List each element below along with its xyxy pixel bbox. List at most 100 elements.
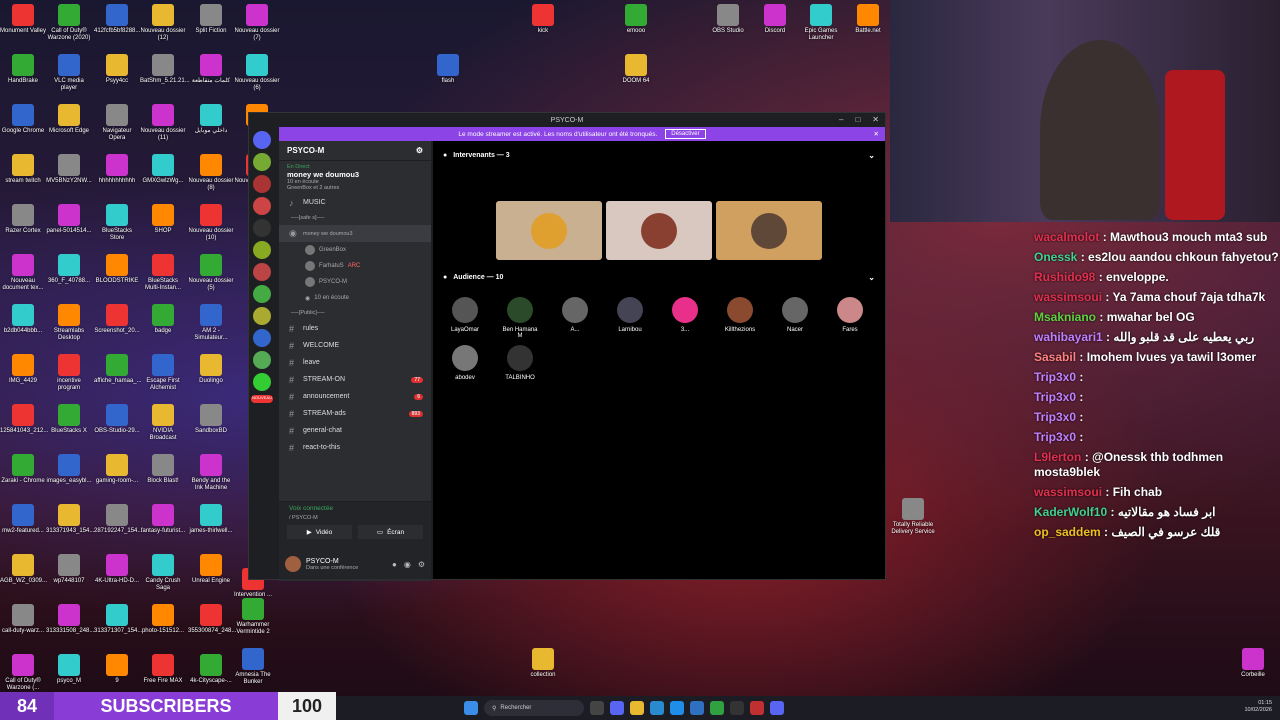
desktop-icon[interactable]: HandBrake bbox=[0, 54, 46, 85]
desktop-icon[interactable]: Block Blast! bbox=[140, 454, 186, 485]
speaker-tile[interactable] bbox=[606, 201, 712, 260]
desktop-icon[interactable]: Discord bbox=[752, 4, 798, 35]
desktop-icon[interactable]: Warhammer Vermintide 2 bbox=[230, 598, 276, 636]
desktop-icon[interactable]: Psyy4cc bbox=[94, 54, 140, 85]
desktop-icon[interactable]: Duolingo bbox=[188, 354, 234, 385]
chrome-icon[interactable] bbox=[710, 701, 724, 715]
desktop-icon[interactable]: Free Fire MAX bbox=[140, 654, 186, 685]
music-channel[interactable]: ♪ MUSIC bbox=[279, 194, 431, 211]
desktop-icon[interactable]: 412fcfb5bf8288... bbox=[94, 4, 140, 35]
desktop-icon[interactable]: kick bbox=[520, 4, 566, 35]
desktop-icon[interactable]: stream twitch bbox=[0, 154, 46, 185]
desktop-icon[interactable]: Monument Valley bbox=[0, 4, 46, 35]
audience-member[interactable]: Fares bbox=[830, 297, 870, 333]
mic-icon[interactable]: ● bbox=[392, 560, 397, 569]
close-icon[interactable]: ✕ bbox=[872, 115, 879, 124]
audience-header[interactable]: ● Audience — 10 ⌄ bbox=[433, 273, 885, 282]
desktop-icon[interactable]: OBS Studio bbox=[705, 4, 751, 35]
desktop-icon[interactable]: 360_F_40788... bbox=[46, 254, 92, 285]
desktop-icon[interactable]: Amnesia The Bunker bbox=[230, 648, 276, 686]
store-icon[interactable] bbox=[650, 701, 664, 715]
server-icon[interactable] bbox=[253, 241, 271, 259]
teams-icon[interactable] bbox=[610, 701, 624, 715]
server-icon[interactable] bbox=[253, 329, 271, 347]
server-header[interactable]: PSYCO-M ⚙ bbox=[279, 141, 431, 161]
desktop-icon[interactable]: 9 bbox=[94, 654, 140, 685]
desktop-icon[interactable]: OBS-Studio-29... bbox=[94, 404, 140, 435]
desktop-icon[interactable]: 4K-Ultra-HD-D... bbox=[94, 554, 140, 585]
maximize-icon[interactable]: □ bbox=[855, 115, 860, 124]
voice-channel[interactable]: ◉ money we doumou3 bbox=[279, 225, 431, 242]
desktop-icon[interactable]: mw2-featured... bbox=[0, 504, 46, 535]
kick-server-icon[interactable] bbox=[253, 373, 271, 391]
chevron-down-icon[interactable]: ⌄ bbox=[868, 151, 875, 160]
desktop-icon[interactable]: NVIDIA Broadcast bbox=[140, 404, 186, 442]
category-safe[interactable]: ──[safe s]── bbox=[279, 211, 431, 225]
desktop-icon[interactable]: Microsoft Edge bbox=[46, 104, 92, 135]
desktop-icon[interactable]: Zaraki - Chrome bbox=[0, 454, 46, 485]
channel-item[interactable]: # STREAM-ads 893 bbox=[279, 405, 431, 422]
desktop-icon[interactable]: GMXGwlzWg... bbox=[140, 154, 186, 185]
desktop-icon[interactable]: BLOODSTRIKE bbox=[94, 254, 140, 285]
server-icon[interactable] bbox=[253, 197, 271, 215]
desktop-icon[interactable]: Nouveau dossier (10) bbox=[188, 204, 234, 242]
desktop-icon[interactable]: images_easybl... bbox=[46, 454, 92, 485]
server-icon[interactable] bbox=[253, 285, 271, 303]
channel-item[interactable]: # STREAM-ON 77 bbox=[279, 371, 431, 388]
app-icon[interactable] bbox=[750, 701, 764, 715]
video-button[interactable]: ▶ Vidéo bbox=[287, 525, 352, 539]
live-event[interactable]: En Direct money we doumou3 10 en écoute … bbox=[279, 161, 431, 194]
desktop-icon[interactable]: affiche_hamaa_... bbox=[94, 354, 142, 385]
desktop-icon[interactable]: Split Fiction bbox=[188, 4, 234, 35]
voice-user[interactable]: GreenBox bbox=[279, 242, 431, 258]
desktop-icon[interactable]: flash bbox=[425, 54, 471, 85]
desktop-icon[interactable]: emooo bbox=[613, 4, 659, 35]
server-icon[interactable] bbox=[253, 263, 271, 281]
desktop-icon[interactable]: Navigateur Opera bbox=[94, 104, 140, 142]
desktop-icon[interactable]: hhhhhhhhhhh bbox=[94, 154, 140, 185]
desktop-icon[interactable]: badge bbox=[140, 304, 186, 335]
search-box[interactable]: ⚲ Rechercher bbox=[484, 700, 584, 716]
desktop-icon[interactable]: BlueStacks X bbox=[46, 404, 92, 435]
audience-member[interactable]: Nacer bbox=[775, 297, 815, 333]
desktop-icon[interactable]: Nouveau dossier (12) bbox=[140, 4, 186, 42]
desktop-icon[interactable]: 125841043_212... bbox=[0, 404, 48, 435]
desktop-icon[interactable]: incentive program bbox=[46, 354, 92, 392]
desktop-icon[interactable]: BatShm_5.21.21... bbox=[140, 54, 190, 85]
desktop-icon[interactable]: Candy Crush Saga bbox=[140, 554, 186, 592]
desktop-icon[interactable]: BlueStacks Multi-Instan... bbox=[140, 254, 186, 292]
minimize-icon[interactable]: – bbox=[839, 115, 843, 124]
audience-member[interactable]: 3... bbox=[665, 297, 705, 333]
channel-item[interactable]: # general-chat bbox=[279, 422, 431, 439]
desktop-icon[interactable]: Razer Cortex bbox=[0, 204, 46, 235]
desktop-icon[interactable]: MV5BNzY2NW... bbox=[46, 154, 92, 185]
desktop-icon[interactable]: 4k-Cityscape-... bbox=[188, 654, 234, 685]
home-server-icon[interactable] bbox=[253, 131, 271, 149]
desktop-icon[interactable]: Nouveau dossier (8) bbox=[188, 154, 234, 192]
desktop-icon[interactable]: Call of Duty® Warzone (2020) bbox=[46, 4, 92, 42]
server-icon[interactable] bbox=[253, 307, 271, 325]
desktop-icon[interactable]: photo-151512... bbox=[140, 604, 186, 635]
server-icon[interactable] bbox=[253, 153, 271, 171]
desktop-icon[interactable]: SHOP bbox=[140, 204, 186, 235]
server-icon[interactable] bbox=[253, 351, 271, 369]
folder-icon[interactable] bbox=[630, 701, 644, 715]
speaker-tile[interactable] bbox=[496, 201, 602, 260]
desktop-icon[interactable]: VLC media player bbox=[46, 54, 92, 92]
desktop-icon[interactable]: BlueStacks Store bbox=[94, 204, 140, 242]
desktop-icon[interactable]: call-duty-warz... bbox=[0, 604, 46, 635]
mail-icon[interactable] bbox=[690, 701, 704, 715]
desktop-icon[interactable]: Nouveau dossier (5) bbox=[188, 254, 234, 292]
discord-icon[interactable] bbox=[770, 701, 784, 715]
chevron-down-icon[interactable]: ⌄ bbox=[868, 273, 875, 282]
start-icon[interactable] bbox=[464, 701, 478, 715]
channel-item[interactable]: # WELCOME bbox=[279, 337, 431, 354]
desktop-icon[interactable]: Call of Duty® Warzone (... bbox=[0, 654, 46, 692]
screen-button[interactable]: ▭ Écran bbox=[358, 525, 423, 539]
channel-item[interactable]: # react-to-this bbox=[279, 439, 431, 456]
desktop-icon[interactable]: DOOM 64 bbox=[613, 54, 659, 85]
gear-icon[interactable]: ⚙ bbox=[418, 560, 425, 569]
category-public[interactable]: ──[Public]── bbox=[279, 306, 431, 320]
desktop-icon[interactable]: Escape First Alchemist bbox=[140, 354, 186, 392]
speaker-tile[interactable] bbox=[716, 201, 822, 260]
